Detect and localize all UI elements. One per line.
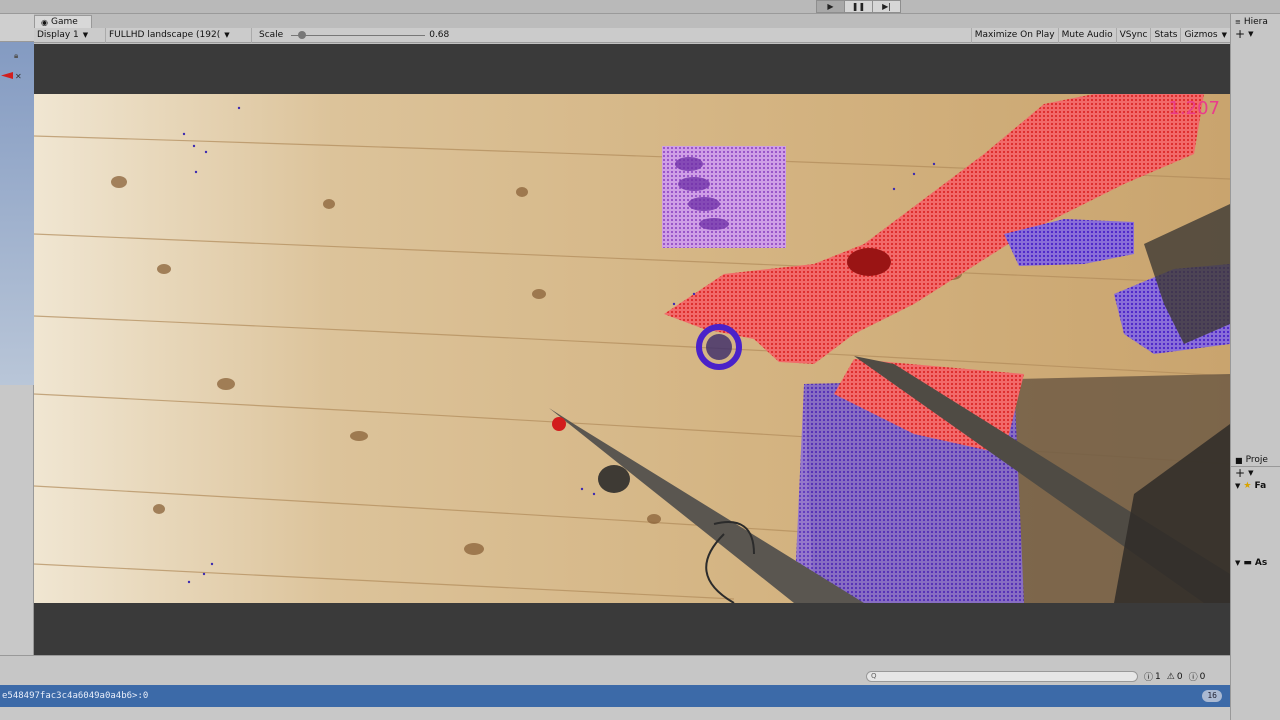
console-counters: ⓘ 1 ⚠ 0 ⓘ 0 [1144, 670, 1206, 684]
scale-slider-thumb[interactable] [298, 30, 307, 39]
error-icon: ⓘ [1188, 673, 1198, 683]
left-panel-background [0, 14, 34, 385]
chevron-down-icon[interactable]: ▼ [1248, 30, 1253, 38]
close-icon[interactable]: ✕ [15, 72, 22, 81]
warning-count-toggle[interactable]: ⚠ 0 [1167, 670, 1183, 683]
top-toolbar: ▶ ❚❚ ▶| [0, 0, 1280, 14]
console-log-row[interactable]: e548497fac3c4a6049a0a4b6>:0 16 [0, 685, 1230, 707]
console-message: e548497fac3c4a6049a0a4b6>:0 [2, 691, 149, 701]
resolution-dropdown-label: FULLHD landscape (192( [109, 30, 221, 40]
scale-control: Scale 0.68 [252, 28, 452, 43]
gizmos-dropdown[interactable]: Gizmos ▼ [1180, 27, 1230, 43]
game-viewport[interactable]: 1.207 [34, 44, 1230, 655]
vsync-toggle[interactable]: VSync [1115, 27, 1151, 43]
console-search-input[interactable]: Q [866, 671, 1138, 682]
fps-readout: 1.207 [1168, 98, 1220, 119]
collapse-count-badge: 16 [1202, 690, 1222, 702]
folder-icon: ▬ [1243, 558, 1252, 568]
chevron-down-icon[interactable]: ▼ [1248, 469, 1253, 477]
assets-item[interactable]: ▼ ▬ As [1235, 557, 1280, 569]
info-count-toggle[interactable]: ⓘ 1 [1144, 670, 1161, 684]
maximize-on-play-toggle[interactable]: Maximize On Play [970, 27, 1058, 43]
play-controls: ▶ ❚❚ ▶| [816, 0, 901, 13]
star-icon: ★ [1243, 481, 1252, 491]
chevron-down-icon: ▼ [224, 31, 230, 39]
console-body [0, 707, 1230, 720]
ar-scene-image [34, 94, 1230, 603]
warning-icon: ⚠ [1166, 671, 1175, 682]
camera-feed: 1.207 [34, 94, 1230, 603]
assets-label: As [1254, 558, 1268, 568]
chevron-down-icon: ▼ [82, 31, 89, 39]
expand-icon: ▼ [1235, 559, 1241, 567]
scale-slider-track [291, 34, 426, 36]
warning-count: 0 [1176, 671, 1183, 682]
expand-icon: ▼ [1235, 482, 1241, 490]
folder-icon: ■ [1235, 455, 1243, 465]
project-toolbar: + ▼ [1235, 466, 1280, 480]
error-count-toggle[interactable]: ⓘ 0 [1188, 670, 1206, 684]
hierarchy-title: Hiera [1243, 17, 1268, 27]
lock-icon[interactable]: 🔒︎ [14, 51, 18, 61]
game-view-options: Maximize On Play Mute Audio VSync Stats … [970, 27, 1230, 43]
display-dropdown-label: Display 1 [37, 30, 79, 40]
info-icon: ⓘ [1144, 673, 1154, 683]
list-icon: ≡ [1235, 18, 1241, 26]
left-panel: 🔒︎ ✕ [0, 14, 34, 655]
favorites-label: Fa [1254, 481, 1267, 491]
tab-game-label: Game [50, 17, 78, 27]
error-count: 0 [1199, 671, 1206, 682]
project-title: Proje [1245, 455, 1268, 465]
play-button[interactable]: ▶ [816, 0, 845, 13]
scale-value: 0.68 [429, 30, 450, 40]
chevron-down-icon: ▼ [1221, 31, 1227, 39]
tab-game[interactable]: ◉ Game [34, 15, 92, 28]
display-dropdown[interactable]: Display 1 ▼ [34, 27, 106, 43]
add-button[interactable]: + [1235, 27, 1245, 41]
right-panel: ≡ Hiera + ▼ ■ Proje + ▼ ▼ ★ Fa ▼ ▬ As [1230, 14, 1280, 720]
favorites-item[interactable]: ▼ ★ Fa [1235, 480, 1280, 492]
pause-button[interactable]: ❚❚ [844, 0, 873, 13]
stats-toggle[interactable]: Stats [1150, 27, 1180, 43]
info-count: 1 [1155, 671, 1161, 682]
scale-slider[interactable] [289, 28, 426, 43]
gamepad-icon: ◉ [41, 17, 48, 27]
tab-project[interactable]: ■ Proje [1235, 454, 1280, 466]
add-button[interactable]: + [1235, 466, 1245, 480]
step-button[interactable]: ▶| [872, 0, 901, 13]
resolution-dropdown[interactable]: FULLHD landscape (192( ▼ [106, 27, 252, 43]
console-toolbar: Q ⓘ 1 ⚠ 0 ⓘ 0 [0, 655, 1230, 685]
left-panel-header [0, 14, 34, 42]
scale-label: Scale [259, 30, 284, 40]
mute-audio-toggle[interactable]: Mute Audio [1057, 27, 1116, 43]
game-view-toolbar: Display 1 ▼ FULLHD landscape (192( ▼ Sca… [34, 27, 1230, 43]
game-tabbar: ◉ Game [34, 14, 1230, 28]
hierarchy-toolbar: + ▼ [1235, 27, 1280, 41]
gizmos-label: Gizmos [1184, 30, 1218, 40]
